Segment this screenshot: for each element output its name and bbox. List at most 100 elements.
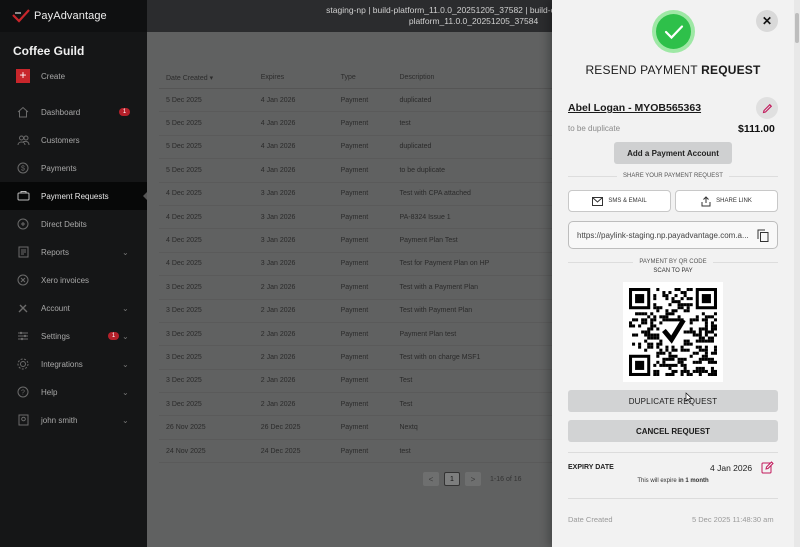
- current-page[interactable]: 1: [444, 472, 460, 486]
- table-row[interactable]: 3 Dec 2025 2 Jan 2026 Payment Test: [159, 370, 579, 394]
- table-row[interactable]: 3 Dec 2025 2 Jan 2026 Payment Test: [159, 393, 579, 417]
- sidebar-item-integrations[interactable]: Integrations ⌄: [0, 350, 147, 378]
- table-row[interactable]: 5 Dec 2025 4 Jan 2026 Payment to be duplica…: [159, 159, 579, 183]
- table-row[interactable]: 3 Dec 2025 2 Jan 2026 Payment Payment Plan …: [159, 323, 579, 347]
- table-cell: 3 Dec 2025: [166, 330, 202, 338]
- table-row[interactable]: 5 Dec 2025 4 Jan 2026 Payment test: [159, 112, 579, 136]
- table-row[interactable]: 5 Dec 2025 4 Jan 2026 Payment duplicated: [159, 136, 579, 160]
- sidebar-item-settings[interactable]: Settings 1 ⌄: [0, 322, 147, 350]
- direct-debit-icon: [16, 217, 30, 231]
- success-check-icon: [652, 10, 695, 53]
- share-link-button[interactable]: SHARE LINK: [675, 190, 778, 212]
- table-row[interactable]: 3 Dec 2025 2 Jan 2026 Payment Test with a P…: [159, 276, 579, 300]
- help-icon: ?: [16, 385, 30, 399]
- table-row[interactable]: 4 Dec 2025 3 Jan 2026 Payment PA-8324 Issue…: [159, 206, 579, 230]
- column-header-expires[interactable]: Expires: [261, 74, 341, 81]
- resend-payment-request-panel: ✕ RESEND PAYMENT REQUEST Abel Logan - MY…: [552, 0, 800, 547]
- sort-desc-icon: ▾: [209, 74, 214, 82]
- table-row[interactable]: 3 Dec 2025 2 Jan 2026 Payment Test with Pay…: [159, 300, 579, 323]
- table-cell: 4 Jan 2026: [260, 166, 296, 174]
- sidebar-item-label: Xero invoices: [41, 275, 90, 285]
- table-row[interactable]: 4 Dec 2025 3 Jan 2026 Payment Test with CPA…: [159, 183, 579, 206]
- table-cell: Payment: [340, 377, 369, 385]
- table-row[interactable]: 5 Dec 2025 4 Jan 2026 Payment duplicated: [159, 89, 579, 113]
- settings-icon: [16, 329, 30, 343]
- sidebar-item-reports[interactable]: Reports ⌄: [0, 238, 147, 266]
- table-cell: 3 Dec 2025: [166, 283, 202, 291]
- table-cell: 4 Dec 2025: [166, 260, 202, 268]
- expiry-date-label: EXPIRY DATE: [568, 464, 614, 471]
- divider: [568, 498, 778, 499]
- table-cell: Payment: [340, 260, 369, 268]
- table-cell: 4 Jan 2026: [260, 120, 296, 128]
- sms-email-button[interactable]: SMS & EMAIL: [568, 190, 671, 212]
- sidebar-item-direct-debits[interactable]: Direct Debits: [0, 210, 147, 238]
- table-cell: 3 Dec 2025: [166, 353, 202, 361]
- scrollbar-thumb[interactable]: [795, 13, 799, 43]
- chevron-down-icon: ⌄: [122, 415, 129, 425]
- table-cell: 4 Jan 2026: [260, 96, 296, 104]
- customer-link[interactable]: Abel Logan - MYOB565363: [568, 102, 701, 114]
- sidebar-item-label: Payment Requests: [41, 191, 109, 201]
- divider: [568, 452, 778, 453]
- add-payment-account-button[interactable]: Add a Payment Account: [614, 142, 732, 164]
- table-cell: Payment: [340, 166, 369, 174]
- users-icon: [16, 133, 30, 147]
- duplicate-request-button[interactable]: DUPLICATE REQUEST: [568, 390, 778, 412]
- logo[interactable]: PayAdvantage: [0, 0, 147, 32]
- table-row[interactable]: 3 Dec 2025 2 Jan 2026 Payment Test with on …: [159, 346, 579, 370]
- table-row[interactable]: 24 Nov 2025 24 Dec 2025 Payment test: [159, 440, 579, 464]
- pagination: < 1 > 1-16 of 16: [423, 472, 522, 486]
- edit-customer-button[interactable]: [756, 97, 778, 119]
- sidebar-item-label: Account: [41, 303, 70, 313]
- table-header: Date Created ▾ Expires Type Description: [159, 67, 579, 89]
- column-header-type[interactable]: Type: [341, 74, 400, 81]
- table-row[interactable]: 4 Dec 2025 3 Jan 2026 Payment Test for Paym…: [159, 253, 579, 277]
- sidebar-item-xero-invoices[interactable]: Xero invoices: [0, 266, 147, 294]
- table-row[interactable]: 4 Dec 2025 3 Jan 2026 Payment Payment Plan …: [159, 229, 579, 253]
- table-cell: Payment: [340, 237, 369, 245]
- sidebar-item-account[interactable]: Account ⌄: [0, 294, 147, 322]
- edit-expiry-icon[interactable]: [761, 461, 774, 474]
- table-cell: Payment: [340, 143, 369, 151]
- column-header-date-created[interactable]: Date Created ▾: [159, 74, 261, 82]
- expiry-note: This will expire in 1 month: [637, 478, 709, 484]
- table-cell: Payment: [340, 400, 369, 408]
- sidebar-item-payment-requests[interactable]: Payment Requests: [0, 182, 148, 210]
- share-section-label: SHARE YOUR PAYMENT REQUEST: [568, 173, 778, 179]
- sidebar-item-label: Payments: [41, 163, 77, 173]
- expiry-date-value: 4 Jan 2026: [710, 463, 753, 473]
- table-cell: 24 Nov 2025: [166, 447, 206, 455]
- share-link-label: SHARE LINK: [716, 198, 752, 204]
- date-created-value: 5 Dec 2025 11:48:30 am: [692, 515, 774, 524]
- sidebar-item-label: Dashboard: [41, 107, 81, 117]
- payment-link-field[interactable]: https://paylink-staging.np.payadvantage.…: [568, 221, 778, 249]
- tools-icon: [16, 301, 30, 315]
- table-cell: 5 Dec 2025: [166, 120, 202, 128]
- prev-page-button[interactable]: <: [423, 472, 439, 486]
- sidebar-item-payments[interactable]: $ Payments: [0, 154, 147, 182]
- sidebar-item-label: Reports: [41, 247, 70, 257]
- sidebar-item-label: Settings: [41, 331, 70, 341]
- close-button[interactable]: ✕: [756, 10, 778, 32]
- scan-to-pay-label: SCAN TO PAY: [653, 268, 693, 274]
- sidebar-item-dashboard[interactable]: Dashboard 1: [0, 98, 147, 126]
- copy-icon[interactable]: [757, 229, 769, 242]
- table-cell: Payment: [340, 353, 369, 361]
- scrollbar[interactable]: [794, 0, 800, 547]
- request-description: to be duplicate: [568, 124, 621, 133]
- next-page-button[interactable]: >: [465, 472, 481, 486]
- panel-title: RESEND PAYMENT REQUEST: [585, 63, 761, 77]
- table-row[interactable]: 26 Nov 2025 26 Dec 2025 Payment Nextq: [159, 416, 579, 440]
- chevron-down-icon: ⌄: [122, 387, 129, 397]
- sidebar-item-user[interactable]: john smith ⌄: [0, 406, 147, 434]
- sidebar-item-customers[interactable]: Customers: [0, 126, 147, 154]
- sidebar-item-create[interactable]: + Create: [0, 62, 147, 90]
- pencil-icon: [762, 103, 772, 113]
- cancel-request-button[interactable]: CANCEL REQUEST: [568, 420, 778, 442]
- sidebar-item-label: Direct Debits: [41, 219, 87, 229]
- table-cell: 3 Dec 2025: [166, 307, 202, 315]
- sidebar-item-help[interactable]: ? Help ⌄: [0, 378, 147, 406]
- table-cell: 3 Jan 2026: [260, 213, 296, 221]
- chevron-down-icon: ⌄: [122, 331, 129, 341]
